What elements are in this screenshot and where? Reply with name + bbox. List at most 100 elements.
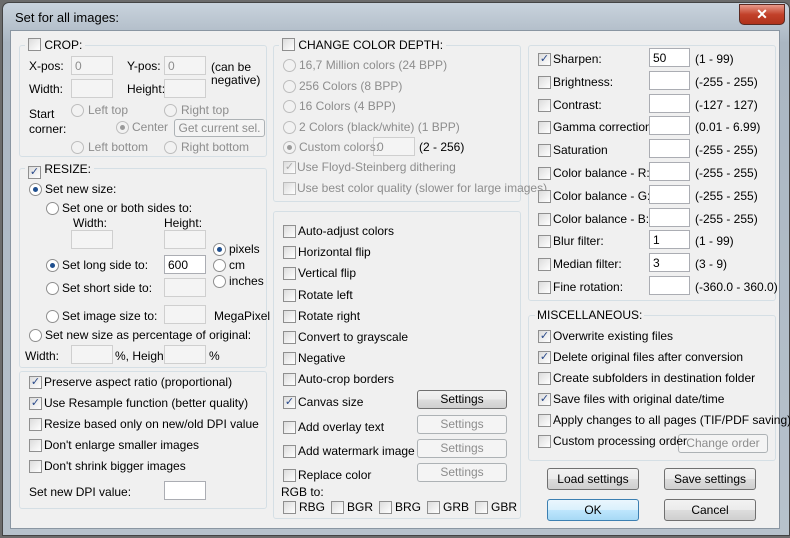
image-size-input[interactable] [164, 305, 206, 324]
cm-radio[interactable] [213, 259, 226, 272]
filter-range: (1 - 99) [695, 52, 734, 66]
best-quality-checkbox[interactable] [283, 182, 296, 195]
color-depth-radio[interactable] [283, 120, 296, 134]
filter-checkbox[interactable] [538, 167, 551, 180]
xpos-input[interactable]: 0 [71, 56, 113, 75]
effect-checkbox[interactable] [283, 421, 296, 434]
left-bottom-radio[interactable] [71, 141, 84, 154]
rgb-checkbox[interactable] [475, 501, 488, 514]
misc-checkbox[interactable] [538, 435, 551, 448]
left-top-radio[interactable] [71, 104, 84, 117]
crop-height-input[interactable] [164, 79, 206, 98]
color-depth-radio[interactable] [283, 141, 296, 154]
right-bottom-radio[interactable] [164, 141, 177, 154]
short-side-radio[interactable] [46, 282, 59, 295]
effect-settings-button[interactable]: Settings [417, 415, 507, 434]
resize-height-input[interactable] [164, 230, 206, 249]
filter-value-input[interactable] [649, 207, 690, 227]
effect-settings-button[interactable]: Settings [417, 463, 507, 482]
effect-checkbox[interactable] [283, 267, 296, 280]
color-depth-radio[interactable] [283, 59, 296, 72]
filter-checkbox[interactable] [538, 144, 551, 158]
resize-checkbox[interactable]: ✓ [28, 166, 41, 179]
cancel-button[interactable]: Cancel [664, 499, 756, 521]
change-order-button[interactable]: Change order [678, 434, 768, 453]
one-or-both-radio[interactable] [46, 202, 59, 215]
save-settings-button[interactable]: Save settings [664, 468, 756, 490]
filter-checkbox[interactable] [538, 189, 551, 203]
pct-width-input[interactable] [71, 345, 113, 364]
custom-colors-input[interactable]: 0 [373, 137, 415, 156]
get-current-selection-button[interactable]: Get current sel. [174, 119, 265, 137]
filter-checkbox[interactable] [538, 121, 551, 135]
rgb-checkbox[interactable] [427, 501, 440, 514]
effect-checkbox[interactable] [283, 225, 296, 238]
effect-settings-button[interactable]: Settings [417, 390, 507, 409]
option-checkbox[interactable] [29, 418, 42, 431]
option-checkbox[interactable] [29, 460, 42, 473]
load-settings-button[interactable]: Load settings [547, 468, 639, 490]
filter-checkbox[interactable] [538, 212, 551, 226]
filter-value-input[interactable] [649, 162, 690, 181]
effect-checkbox[interactable] [283, 469, 296, 482]
option-checkbox[interactable]: ✓ [29, 376, 42, 389]
inches-radio[interactable] [213, 275, 226, 288]
set-new-size-radio[interactable] [29, 183, 42, 196]
option-checkbox[interactable] [29, 439, 42, 452]
filter-value-input[interactable] [649, 116, 690, 136]
misc-checkbox[interactable] [538, 372, 551, 385]
effect-checkbox[interactable]: ✓ [283, 396, 296, 409]
filter-value-input[interactable] [649, 139, 690, 159]
filter-value-input[interactable] [649, 184, 690, 204]
effect-checkbox[interactable] [283, 246, 296, 259]
filter-checkbox[interactable] [538, 258, 551, 272]
rgb-checkbox[interactable] [331, 501, 344, 514]
resize-width-input[interactable] [71, 230, 113, 249]
filter-value-input[interactable] [649, 276, 690, 295]
ypos-input[interactable]: 0 [164, 56, 206, 75]
option-checkbox[interactable]: ✓ [29, 397, 42, 410]
long-side-input[interactable]: 600 [164, 255, 206, 274]
filter-checkbox[interactable] [538, 281, 551, 294]
effect-checkbox[interactable] [283, 331, 296, 344]
rgb-checkbox[interactable] [283, 501, 296, 514]
misc-checkbox[interactable]: ✓ [538, 330, 551, 343]
filter-value-input[interactable]: 1 [649, 230, 690, 250]
pixels-radio[interactable] [213, 243, 226, 256]
filter-value-input[interactable]: 3 [649, 253, 690, 273]
pct-height-input[interactable] [164, 345, 206, 364]
misc-checkbox[interactable] [538, 414, 551, 427]
filter-checkbox[interactable] [538, 75, 551, 89]
crop-checkbox[interactable] [28, 38, 41, 51]
effect-checkbox[interactable] [283, 352, 296, 365]
rgb-checkbox[interactable] [379, 501, 392, 514]
crop-width-input[interactable] [71, 79, 113, 98]
effect-checkbox[interactable] [283, 445, 296, 458]
image-size-radio[interactable] [46, 310, 59, 323]
filter-value-input[interactable]: 50 [649, 48, 690, 67]
filter-value-input[interactable] [649, 70, 690, 90]
short-side-input[interactable] [164, 278, 206, 297]
filter-label: Blur filter: [553, 234, 604, 249]
effect-settings-button[interactable]: Settings [417, 439, 507, 458]
dither-checkbox[interactable]: ✓ [283, 161, 296, 174]
percentage-radio[interactable] [29, 329, 42, 342]
color-depth-checkbox[interactable] [282, 38, 295, 51]
filter-checkbox[interactable]: ✓ [538, 53, 551, 66]
effect-checkbox[interactable] [283, 373, 296, 386]
color-depth-radio[interactable] [283, 79, 296, 93]
center-radio[interactable] [116, 121, 129, 134]
filter-value-input[interactable] [649, 93, 690, 113]
misc-checkbox[interactable]: ✓ [538, 393, 551, 406]
color-depth-radio[interactable] [283, 100, 296, 113]
right-top-radio[interactable] [164, 104, 177, 117]
filter-checkbox[interactable] [538, 235, 551, 249]
dpi-input[interactable] [164, 481, 206, 500]
ok-button[interactable]: OK [547, 499, 639, 521]
effect-checkbox[interactable] [283, 310, 296, 323]
filter-checkbox[interactable] [538, 98, 551, 112]
effect-checkbox[interactable] [283, 289, 296, 302]
close-button[interactable]: ✕ [739, 4, 785, 25]
long-side-radio[interactable] [46, 259, 59, 272]
misc-checkbox[interactable]: ✓ [538, 351, 551, 364]
